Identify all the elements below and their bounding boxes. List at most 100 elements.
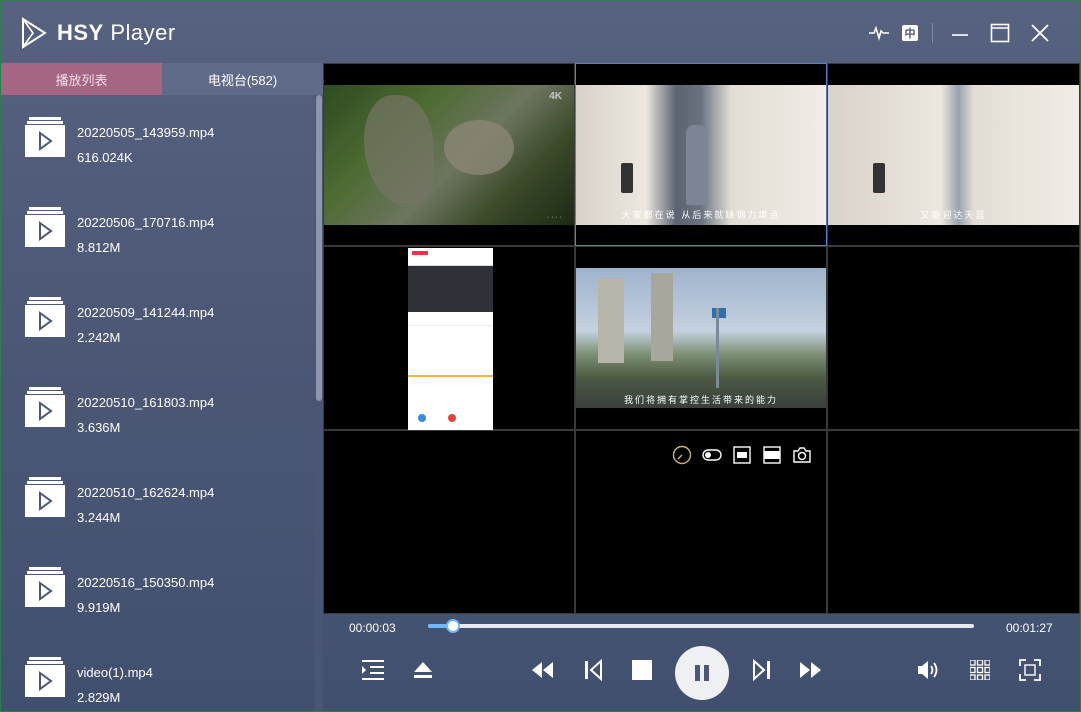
rewind-button[interactable] xyxy=(526,654,558,686)
speed-icon xyxy=(672,445,692,465)
video-frame-hallway: 大家都在说 从后来就缺钢力境点 xyxy=(576,85,826,225)
video-subtitle: 大家都在说 从后来就缺钢力境点 xyxy=(621,211,781,221)
grid-layout-button[interactable] xyxy=(964,654,996,686)
next-frame-button[interactable] xyxy=(746,654,778,686)
video-cell-8[interactable] xyxy=(575,430,827,614)
stop-button[interactable] xyxy=(626,654,658,686)
phone-dot-blue xyxy=(418,414,426,422)
playlist-item[interactable]: 20220505_143959.mp4 616.024K xyxy=(1,107,311,197)
fill-button[interactable] xyxy=(762,445,782,465)
phone-timeline xyxy=(408,375,493,377)
playlist-item[interactable]: 20220510_162624.mp4 3.244M xyxy=(1,467,311,557)
close-icon xyxy=(1031,24,1049,42)
resolution-badge: 4K xyxy=(549,91,562,102)
cell-controls xyxy=(672,445,812,465)
snapshot-button[interactable] xyxy=(792,445,812,465)
minimize-icon xyxy=(952,34,968,36)
aspect-button[interactable] xyxy=(732,445,752,465)
fast-forward-button[interactable] xyxy=(795,654,827,686)
video-subtitle: 又能迎达天涯 xyxy=(920,211,987,221)
maximize-button[interactable] xyxy=(988,21,1012,45)
control-bar: 00:00:03 00:01:27 xyxy=(323,614,1080,711)
playlist-item-size: 2.829M xyxy=(77,690,121,705)
playlist-scrollbar[interactable] xyxy=(315,95,323,711)
close-button[interactable] xyxy=(1028,21,1052,45)
playlist-item-name: 20220510_162624.mp4 xyxy=(77,485,215,500)
grid-icon xyxy=(970,660,990,680)
playlist-item[interactable]: 20220516_150350.mp4 9.919M xyxy=(1,557,311,647)
video-cell-3[interactable]: 又能迎达天涯 xyxy=(827,63,1080,246)
volume-icon xyxy=(918,661,938,679)
audio-wave-icon[interactable] xyxy=(867,21,891,45)
road-sign xyxy=(712,308,726,318)
video-file-icon xyxy=(25,297,65,337)
pause-button[interactable] xyxy=(675,646,729,700)
current-time: 00:00:03 xyxy=(349,621,396,635)
playlist-item-size: 8.812M xyxy=(77,240,121,255)
building-shape xyxy=(598,278,624,363)
playlist-toggle-button[interactable] xyxy=(357,654,389,686)
video-file-icon xyxy=(25,117,65,157)
playlist-item-size: 3.244M xyxy=(77,510,121,525)
playlist-item-name: video(1).mp4 xyxy=(77,665,153,680)
video-cell-1[interactable]: 4K · · · · xyxy=(323,63,575,246)
fullscreen-button[interactable] xyxy=(1014,654,1046,686)
progress-bar[interactable] xyxy=(428,619,974,633)
step-back-icon xyxy=(585,659,602,681)
progress-knob[interactable] xyxy=(445,619,460,633)
app-window: HSY Player 中 播放列表 电视台(582) 20220505_1439… xyxy=(0,0,1081,712)
playlist-item-name: 20220509_141244.mp4 xyxy=(77,305,215,320)
tab-playlist[interactable]: 播放列表 xyxy=(1,63,162,95)
minimize-button[interactable] xyxy=(948,21,972,45)
eject-button[interactable] xyxy=(407,654,439,686)
list-indent-icon xyxy=(362,660,384,680)
playlist-item-size: 616.024K xyxy=(77,150,133,165)
app-title: HSY Player xyxy=(57,20,176,46)
playlist-item-name: 20220506_170716.mp4 xyxy=(77,215,215,230)
eject-icon xyxy=(414,662,432,678)
title-bar[interactable]: HSY Player 中 xyxy=(1,1,1080,63)
playlist-item[interactable]: 20220506_170716.mp4 8.812M xyxy=(1,197,311,287)
video-cell-7[interactable] xyxy=(323,430,575,614)
video-cell-9[interactable] xyxy=(827,430,1080,614)
stop-icon xyxy=(632,660,652,680)
video-frame-phone xyxy=(408,248,493,430)
video-cell-6[interactable] xyxy=(827,246,1080,430)
rewind-icon xyxy=(532,662,553,678)
title-separator xyxy=(932,23,933,43)
language-button[interactable]: 中 xyxy=(898,21,922,45)
phone-dot-red xyxy=(448,414,456,422)
rock-shape xyxy=(364,95,434,205)
speed-dial-button[interactable] xyxy=(672,445,692,465)
playlist-scroll-thumb[interactable] xyxy=(316,95,322,401)
video-caption: · · · · xyxy=(546,214,562,221)
video-cell-2[interactable]: 大家都在说 从后来就缺钢力境点 xyxy=(575,63,827,246)
video-cell-4[interactable] xyxy=(323,246,575,430)
playlist-item[interactable]: 20220510_161803.mp4 3.636M xyxy=(1,377,311,467)
playlist-item[interactable]: 20220509_141244.mp4 2.242M xyxy=(1,287,311,377)
tab-tv-stations[interactable]: 电视台(582) xyxy=(162,63,323,95)
door-panel xyxy=(621,163,633,193)
playlist-item-size: 2.242M xyxy=(77,330,121,345)
video-cell-5[interactable]: 我们将拥有掌控生活带来的能力 xyxy=(575,246,827,430)
fill-icon xyxy=(763,446,781,464)
video-file-icon xyxy=(25,207,65,247)
playlist-item-name: 20220516_150350.mp4 xyxy=(77,575,215,590)
toggle-button[interactable] xyxy=(702,445,722,465)
video-file-icon xyxy=(25,657,65,697)
playlist[interactable]: 20220505_143959.mp4 616.024K 20220506_17… xyxy=(1,95,315,711)
video-subtitle: 我们将拥有掌控生活带来的能力 xyxy=(623,396,778,406)
volume-button[interactable] xyxy=(913,654,945,686)
animal-shape xyxy=(444,120,514,175)
signal-pole xyxy=(716,308,719,388)
playlist-item[interactable]: video(1).mp4 2.829M xyxy=(1,647,311,711)
playlist-item-size: 3.636M xyxy=(77,420,121,435)
video-grid: 4K · · · · 大家都在说 从后来就缺钢力境点 又能迎达天涯 我们将拥有掌… xyxy=(323,63,1080,614)
app-title-rest: Player xyxy=(103,20,176,45)
maximize-icon xyxy=(990,23,1010,43)
phone-video-area xyxy=(408,266,493,312)
previous-frame-button[interactable] xyxy=(577,654,609,686)
total-time: 00:01:27 xyxy=(1006,621,1053,635)
phone-logo xyxy=(412,251,428,255)
building-shape xyxy=(651,273,673,361)
